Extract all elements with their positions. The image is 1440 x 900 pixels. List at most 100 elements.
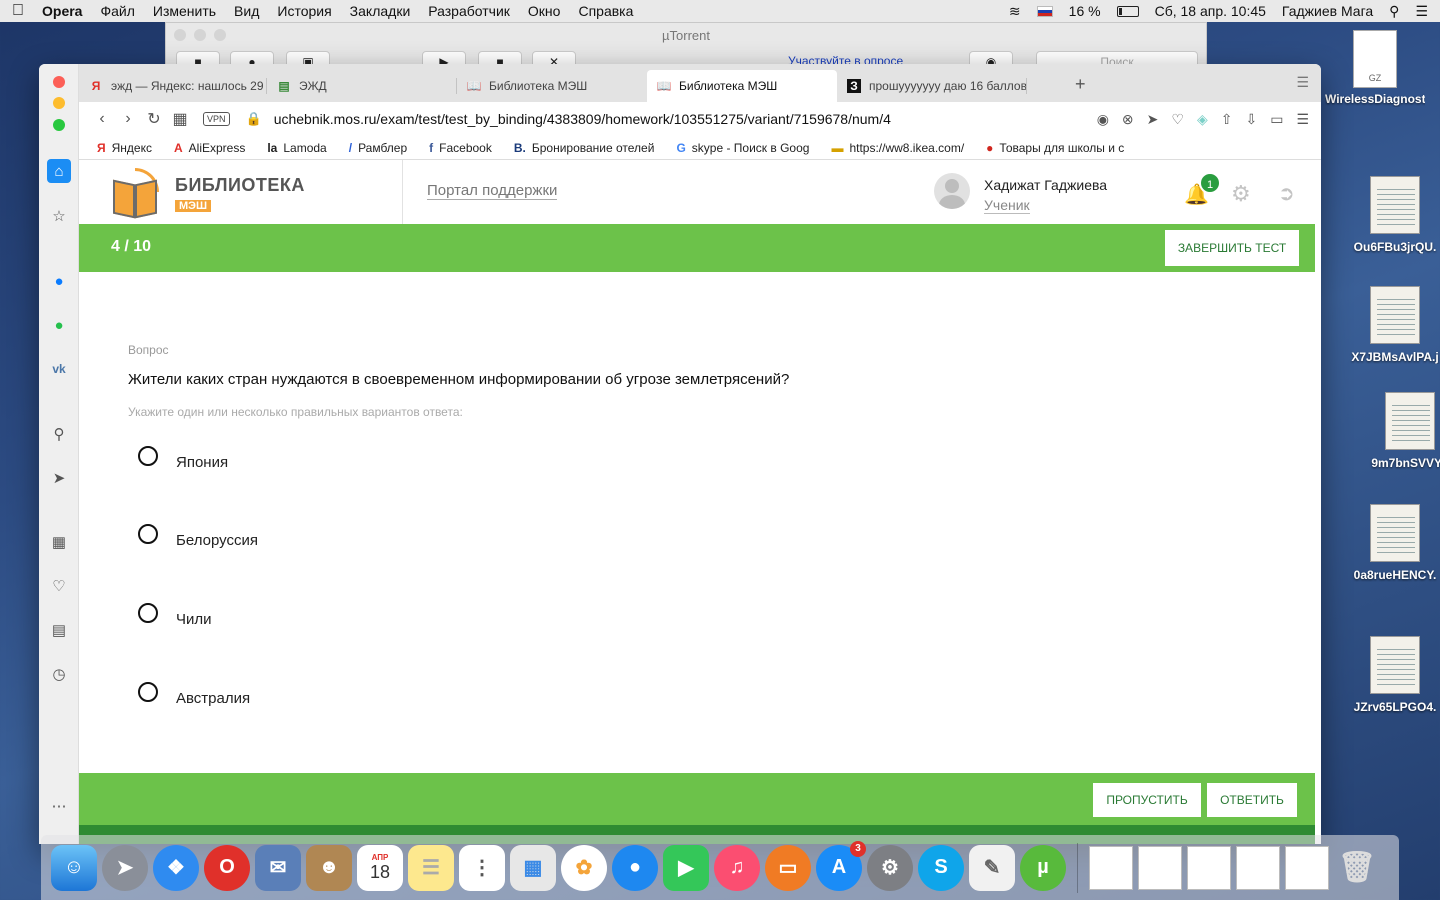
battery-saver-icon[interactable]: ▭ — [1270, 111, 1283, 128]
user-menu[interactable]: Гаджиев Мага — [1282, 3, 1373, 19]
forward-icon[interactable]: › — [115, 110, 141, 128]
calendar-icon[interactable]: АПР 18 — [357, 844, 403, 891]
textedit-icon[interactable]: ✎ — [969, 844, 1015, 891]
recent-document-icon[interactable] — [1236, 845, 1280, 890]
recent-document-icon[interactable] — [1089, 845, 1133, 890]
bookmark-yandex[interactable]: Я Яндекс — [97, 141, 152, 155]
window-zoom-icon[interactable] — [53, 119, 65, 131]
menu-view[interactable]: Вид — [234, 3, 259, 19]
back-icon[interactable]: ‹ — [89, 110, 115, 128]
reload-icon[interactable]: ↻ — [141, 109, 167, 129]
menu-developer[interactable]: Разработчик — [428, 3, 510, 19]
url-input[interactable]: uchebnik.mos.ru/exam/test/test_by_bindin… — [274, 111, 891, 127]
facetime-icon[interactable]: ▶ — [663, 844, 709, 891]
tab-library-active[interactable]: 📖 Библиотека МЭШ — [647, 70, 837, 102]
support-portal-link[interactable]: Портал поддержки — [427, 182, 558, 200]
vpn-badge[interactable]: VPN — [203, 112, 230, 126]
notification-center-icon[interactable]: ☰ — [1415, 3, 1428, 20]
finish-test-button[interactable]: ЗАВЕРШИТЬ ТЕСТ — [1165, 230, 1299, 266]
desktop-file-gz[interactable]: GZ WirelessDiagnostics_C02L....07.tar.gz — [1325, 30, 1425, 107]
menu-app-name[interactable]: Opera — [42, 3, 82, 19]
bookmark-heart-icon[interactable]: ♡ — [1171, 111, 1184, 128]
menu-window[interactable]: Окно — [528, 3, 561, 19]
bookmark-google-skype[interactable]: Gskype - Поиск в Goog — [676, 141, 809, 155]
radio-button[interactable] — [138, 682, 158, 702]
bookmark-booking[interactable]: B. Бронирование отелей — [514, 141, 655, 155]
bookmark-school-goods[interactable]: ● Товары для школы и с — [986, 141, 1124, 155]
mail-bird-icon[interactable]: ✉ — [255, 844, 301, 891]
messenger-icon[interactable]: ● — [47, 269, 71, 293]
adblock-icon[interactable]: ⊗ — [1122, 111, 1134, 128]
desktop-file[interactable]: JZrv65LPGO4. — [1345, 636, 1440, 714]
answer-option[interactable]: Австралия — [138, 682, 250, 708]
menu-edit[interactable]: Изменить — [153, 3, 216, 19]
clock[interactable]: Сб, 18 апр. 10:45 — [1155, 3, 1266, 19]
utorrent-close-icon[interactable] — [174, 29, 186, 41]
camera-snapshot-icon[interactable]: ◉ — [1097, 111, 1109, 128]
sidebar-more-icon[interactable]: ⋯ — [47, 794, 71, 818]
app-store-icon[interactable]: A 3 — [816, 840, 866, 891]
tab-menu-icon[interactable]: ☰ — [1296, 74, 1309, 91]
photos-icon[interactable]: ✿ — [561, 844, 607, 891]
download-icon[interactable]: ⇩ — [1245, 111, 1257, 128]
sidebar-news-icon[interactable]: ▤ — [47, 618, 71, 642]
sidebar-star-icon[interactable]: ☆ — [47, 204, 71, 228]
user-role-link[interactable]: Ученик — [984, 197, 1030, 214]
recent-document-icon[interactable] — [1187, 845, 1231, 890]
messages-icon[interactable]: ● — [612, 844, 658, 891]
vk-icon[interactable]: vk — [47, 357, 71, 381]
sidebar-heart-icon[interactable]: ♡ — [47, 574, 71, 598]
skip-button[interactable]: ПРОПУСТИТЬ — [1093, 783, 1201, 817]
sidebar-apps-icon[interactable]: ▦ — [47, 530, 71, 554]
avatar[interactable] — [934, 173, 970, 209]
tab-znanija[interactable]: З прошууууууу даю 16 баллов — [837, 70, 1027, 102]
recent-document-icon[interactable] — [1138, 845, 1182, 890]
trash-icon[interactable]: 🗑 — [1334, 845, 1380, 891]
bookmark-rambler[interactable]: / Рамблер — [349, 141, 407, 155]
extension-icon[interactable]: ◈ — [1197, 111, 1208, 128]
bookmark-lamoda[interactable]: la Lamoda — [267, 141, 326, 155]
bookmark-aliexpress[interactable]: A AliExpress — [174, 141, 245, 155]
apple-icon[interactable]:  — [12, 2, 24, 20]
logout-icon[interactable]: ➲ — [1278, 181, 1295, 206]
sidebar-send-icon[interactable]: ➤ — [47, 466, 71, 490]
menu-help[interactable]: Справка — [578, 3, 633, 19]
tab-yandex[interactable]: Я эжд — Яндекс: нашлось 29 — [79, 70, 267, 102]
radio-button[interactable] — [138, 603, 158, 623]
menu-bookmarks[interactable]: Закладки — [350, 3, 411, 19]
easy-setup-icon[interactable]: ☰ — [1296, 111, 1309, 128]
desktop-file[interactable]: 9m7bnSVVY8 — [1360, 392, 1440, 470]
recent-document-icon[interactable] — [1285, 845, 1329, 890]
reminders-icon[interactable]: ⋮ — [459, 844, 505, 891]
secure-lock-icon[interactable]: 🔒 — [246, 111, 262, 127]
library-logo[interactable]: БИБЛИОТЕКА МЭШ — [111, 168, 305, 220]
window-close-icon[interactable] — [53, 76, 65, 88]
radio-button[interactable] — [138, 524, 158, 544]
spotlight-search-icon[interactable]: ⚲ — [1389, 3, 1399, 20]
desktop-file[interactable]: X7JBMsAvlPA.j — [1345, 286, 1440, 364]
books-icon[interactable]: ▭ — [765, 844, 811, 891]
send-page-icon[interactable]: ➤ — [1147, 111, 1159, 128]
tab-library-1[interactable]: 📖 Библиотека МЭШ — [457, 70, 647, 102]
utorrent-minimize-icon[interactable] — [194, 29, 206, 41]
opera-icon[interactable]: O — [204, 844, 250, 891]
answer-button[interactable]: ОТВЕТИТЬ — [1207, 783, 1297, 817]
answer-option[interactable]: Чили — [138, 603, 212, 629]
speed-dial-home-icon[interactable]: ⌂ — [47, 159, 71, 183]
safari-icon[interactable]: ❖ — [153, 844, 199, 891]
utorrent-icon[interactable]: µ — [1020, 844, 1066, 891]
tabs-grid-icon[interactable]: ▦ — [167, 109, 193, 129]
wifi-icon[interactable]: ≋ — [1009, 3, 1021, 20]
bookmark-facebook[interactable]: f Facebook — [429, 141, 492, 155]
gear-icon[interactable]: ⚙ — [1231, 181, 1251, 207]
utorrent-zoom-icon[interactable] — [214, 29, 226, 41]
share-icon[interactable]: ⇧ — [1221, 111, 1233, 128]
desktop-file[interactable]: 0a8rueHENCY. — [1345, 504, 1440, 582]
answer-option[interactable]: Белоруссия — [138, 524, 258, 550]
new-tab-plus-icon[interactable]: + — [1075, 74, 1086, 95]
finder-icon[interactable]: ☺ — [51, 844, 97, 891]
music-icon[interactable]: ♫ — [714, 844, 760, 891]
menu-file[interactable]: Файл — [100, 3, 134, 19]
whatsapp-icon[interactable]: ● — [47, 313, 71, 337]
contacts-icon[interactable]: ☻ — [306, 844, 352, 891]
